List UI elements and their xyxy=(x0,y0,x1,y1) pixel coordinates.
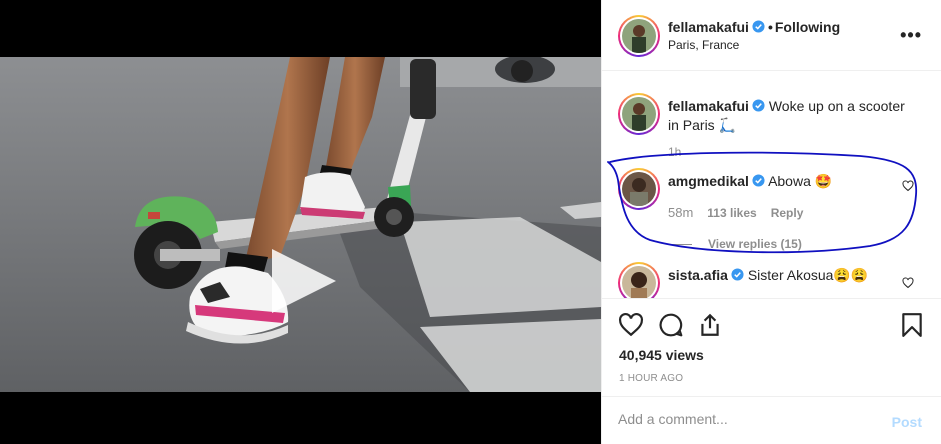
add-comment-input[interactable] xyxy=(618,411,868,427)
verified-badge-icon xyxy=(731,268,744,281)
comment-composer: Post xyxy=(602,396,941,444)
comment-text: Abowa 🤩 xyxy=(768,173,833,189)
view-replies-label: View replies (15) xyxy=(708,237,802,251)
post-timestamp[interactable]: 1 HOUR AGO xyxy=(619,373,683,384)
post-comment-button[interactable]: Post xyxy=(892,414,922,430)
comment-time: 58m xyxy=(668,205,694,220)
following-button[interactable]: Following xyxy=(775,19,840,35)
comment-likes[interactable]: 113 likes xyxy=(707,206,756,220)
caption-avatar[interactable] xyxy=(618,93,660,135)
location-link[interactable]: Paris, France xyxy=(668,38,898,52)
video-player[interactable] xyxy=(0,0,601,444)
replies-divider xyxy=(668,244,692,246)
caption-username[interactable]: fellamakafui xyxy=(668,98,749,114)
share-icon[interactable] xyxy=(697,312,723,338)
comments-list[interactable]: fellamakafui Woke up on a scooter in Par… xyxy=(602,72,941,298)
author-username[interactable]: fellamakafui xyxy=(668,19,749,35)
separator-dot: • xyxy=(767,19,773,35)
post-details-panel: fellamakafui • Following Paris, France •••… xyxy=(601,0,941,444)
verified-badge-icon xyxy=(752,174,765,187)
commenter-username[interactable]: sista.afia xyxy=(668,267,728,283)
verified-badge-icon xyxy=(752,99,765,112)
comment-like-heart-icon[interactable] xyxy=(902,180,914,192)
post-header: fellamakafui • Following Paris, France ••• xyxy=(602,0,941,71)
comment-text: Sister Akosua😩😩 xyxy=(747,267,869,283)
reply-button[interactable]: Reply xyxy=(771,206,804,220)
author-avatar[interactable] xyxy=(618,15,660,57)
play-icon[interactable] xyxy=(268,245,340,317)
bookmark-icon[interactable] xyxy=(899,312,925,338)
comment-icon[interactable] xyxy=(658,312,684,338)
comment-like-heart-icon[interactable] xyxy=(902,277,914,289)
view-replies-button[interactable]: View replies (15) xyxy=(668,235,908,254)
view-count[interactable]: 40,945 views xyxy=(619,347,704,363)
verified-badge-icon xyxy=(752,20,765,33)
commenter-avatar[interactable] xyxy=(618,168,660,210)
heart-icon[interactable] xyxy=(618,312,644,338)
commenter-username[interactable]: amgmedikal xyxy=(668,173,749,189)
video-still-image xyxy=(0,57,601,392)
caption-time: 1h xyxy=(668,145,682,159)
commenter-avatar[interactable] xyxy=(618,262,660,298)
video-frame[interactable] xyxy=(0,57,601,392)
more-options-icon[interactable]: ••• xyxy=(900,25,922,46)
